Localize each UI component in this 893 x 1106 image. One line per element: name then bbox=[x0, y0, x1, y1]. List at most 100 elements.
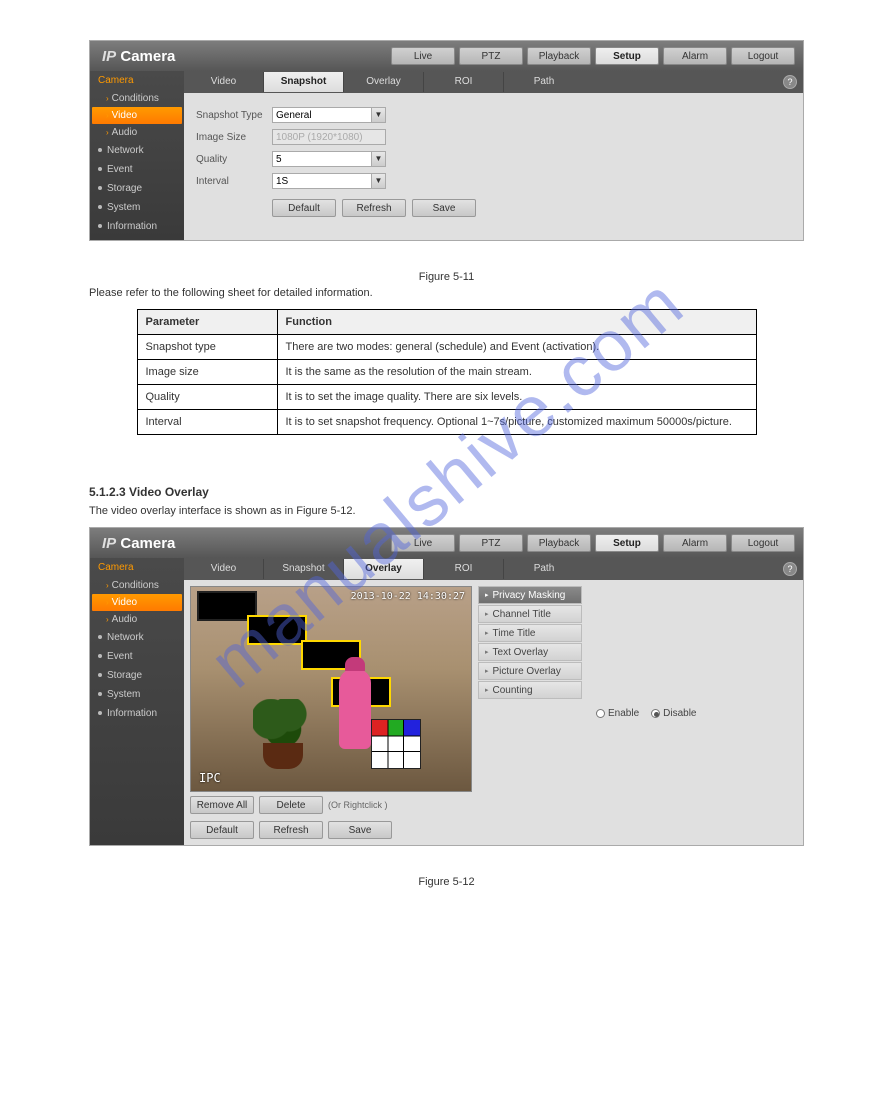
sidebar-group-network[interactable]: Network bbox=[90, 628, 184, 647]
scene-rubiks-cube-icon bbox=[371, 719, 421, 769]
preview-channel-label: IPC bbox=[199, 771, 221, 785]
table-row: Snapshot typeThere are two modes: genera… bbox=[137, 335, 756, 360]
privacy-mask-box[interactable] bbox=[247, 615, 307, 645]
tab-video[interactable]: Video bbox=[184, 72, 264, 92]
nav-playback[interactable]: Playback bbox=[527, 47, 591, 65]
save-button[interactable]: Save bbox=[412, 199, 476, 217]
sidebar-item-audio[interactable]: ›Audio bbox=[90, 124, 184, 141]
overlay-opt-text-overlay[interactable]: ▸Text Overlay bbox=[478, 643, 582, 661]
overlay-option-list: ▸Privacy Masking ▸Channel Title ▸Time Ti… bbox=[478, 586, 582, 839]
topbar: IP Camera Live PTZ Playback Setup Alarm … bbox=[90, 528, 803, 558]
sidebar-group-network[interactable]: Network bbox=[90, 141, 184, 160]
select-interval[interactable] bbox=[272, 173, 372, 189]
refresh-button[interactable]: Refresh bbox=[259, 821, 323, 839]
app-logo: IP Camera bbox=[90, 535, 175, 552]
overlay-opt-counting[interactable]: ▸Counting bbox=[478, 681, 582, 699]
rightclick-hint: (Or Rightclick ) bbox=[328, 800, 388, 810]
nav-live[interactable]: Live bbox=[391, 47, 455, 65]
sidebar-item-conditions[interactable]: ›Conditions bbox=[90, 577, 184, 594]
table-header-parameter: Parameter bbox=[137, 310, 277, 335]
nav-live[interactable]: Live bbox=[391, 534, 455, 552]
video-preview[interactable]: 2013-10-22 14:30:27 IPC bbox=[190, 586, 472, 792]
tab-overlay[interactable]: Overlay bbox=[344, 72, 424, 92]
nav-ptz[interactable]: PTZ bbox=[459, 534, 523, 552]
sidebar-group-camera[interactable]: Camera bbox=[90, 71, 184, 90]
tab-roi[interactable]: ROI bbox=[424, 72, 504, 92]
label-image-size: Image Size bbox=[196, 132, 272, 143]
default-button[interactable]: Default bbox=[190, 821, 254, 839]
overlay-content: 2013-10-22 14:30:27 IPC Remove All bbox=[184, 580, 803, 845]
sidebar-group-storage[interactable]: Storage bbox=[90, 179, 184, 198]
tab-overlay[interactable]: Overlay bbox=[344, 559, 424, 579]
delete-button[interactable]: Delete bbox=[259, 796, 323, 814]
tabbar: Video Snapshot Overlay ROI Path ? bbox=[184, 558, 803, 580]
sidebar-item-video[interactable]: ›Video bbox=[92, 594, 182, 611]
nav-alarm[interactable]: Alarm bbox=[663, 47, 727, 65]
nav-ptz[interactable]: PTZ bbox=[459, 47, 523, 65]
overlay-intro: The video overlay interface is shown as … bbox=[89, 505, 804, 517]
refresh-button[interactable]: Refresh bbox=[342, 199, 406, 217]
table-row: Image sizeIt is the same as the resoluti… bbox=[137, 360, 756, 385]
sidebar-item-audio[interactable]: ›Audio bbox=[90, 611, 184, 628]
topbar: IP Camera Live PTZ Playback Setup Alarm … bbox=[90, 41, 803, 71]
app-snapshot: IP Camera Live PTZ Playback Setup Alarm … bbox=[89, 40, 804, 241]
top-nav: Live PTZ Playback Setup Alarm Logout bbox=[391, 534, 803, 552]
preview-timestamp: 2013-10-22 14:30:27 bbox=[351, 591, 465, 602]
overlay-opt-channel-title[interactable]: ▸Channel Title bbox=[478, 605, 582, 623]
sidebar-item-video[interactable]: ›Video bbox=[92, 107, 182, 124]
nav-setup[interactable]: Setup bbox=[595, 47, 659, 65]
nav-playback[interactable]: Playback bbox=[527, 534, 591, 552]
select-quality[interactable] bbox=[272, 151, 372, 167]
tab-snapshot[interactable]: Snapshot bbox=[264, 559, 344, 579]
app-logo: IP Camera bbox=[90, 48, 175, 65]
save-button[interactable]: Save bbox=[328, 821, 392, 839]
tab-path[interactable]: Path bbox=[504, 72, 584, 92]
help-icon[interactable]: ? bbox=[783, 75, 797, 89]
figure-caption-1: Figure 5-11 bbox=[89, 271, 804, 283]
scene-plant-icon bbox=[253, 699, 313, 769]
sidebar-group-camera[interactable]: Camera bbox=[90, 558, 184, 577]
default-button[interactable]: Default bbox=[272, 199, 336, 217]
tab-snapshot[interactable]: Snapshot bbox=[264, 72, 344, 92]
figure-caption-2: Figure 5-12 bbox=[89, 876, 804, 888]
parameter-table: Parameter Function Snapshot typeThere ar… bbox=[137, 309, 757, 435]
table-intro: Please refer to the following sheet for … bbox=[89, 287, 804, 299]
overlay-opt-picture-overlay[interactable]: ▸Picture Overlay bbox=[478, 662, 582, 680]
sidebar-group-system[interactable]: System bbox=[90, 198, 184, 217]
nav-alarm[interactable]: Alarm bbox=[663, 534, 727, 552]
chevron-down-icon[interactable]: ▼ bbox=[372, 151, 386, 167]
table-row: QualityIt is to set the image quality. T… bbox=[137, 385, 756, 410]
nav-logout[interactable]: Logout bbox=[731, 47, 795, 65]
preview-pane: 2013-10-22 14:30:27 IPC Remove All bbox=[190, 586, 472, 839]
help-icon[interactable]: ? bbox=[783, 562, 797, 576]
input-image-size bbox=[272, 129, 386, 145]
label-quality: Quality bbox=[196, 154, 272, 165]
tabbar: Video Snapshot Overlay ROI Path ? bbox=[184, 71, 803, 93]
nav-setup[interactable]: Setup bbox=[595, 534, 659, 552]
sidebar-group-information[interactable]: Information bbox=[90, 704, 184, 723]
sidebar-group-storage[interactable]: Storage bbox=[90, 666, 184, 685]
chevron-down-icon[interactable]: ▼ bbox=[372, 173, 386, 189]
nav-logout[interactable]: Logout bbox=[731, 534, 795, 552]
snapshot-form: Snapshot Type ▼ Image Size Quality ▼ Int… bbox=[184, 93, 803, 240]
radio-disable[interactable]: Disable bbox=[651, 708, 696, 719]
sidebar-group-information[interactable]: Information bbox=[90, 217, 184, 236]
overlay-opt-time-title[interactable]: ▸Time Title bbox=[478, 624, 582, 642]
table-header-function: Function bbox=[277, 310, 756, 335]
overlay-opt-privacy-masking[interactable]: ▸Privacy Masking bbox=[478, 586, 582, 604]
label-interval: Interval bbox=[196, 176, 272, 187]
tab-path[interactable]: Path bbox=[504, 559, 584, 579]
select-snapshot-type[interactable] bbox=[272, 107, 372, 123]
chevron-down-icon[interactable]: ▼ bbox=[372, 107, 386, 123]
tab-roi[interactable]: ROI bbox=[424, 559, 504, 579]
sidebar-item-conditions[interactable]: ›Conditions bbox=[90, 90, 184, 107]
remove-all-button[interactable]: Remove All bbox=[190, 796, 254, 814]
sidebar-group-system[interactable]: System bbox=[90, 685, 184, 704]
sidebar-group-event[interactable]: Event bbox=[90, 647, 184, 666]
tab-video[interactable]: Video bbox=[184, 559, 264, 579]
app-overlay: IP Camera Live PTZ Playback Setup Alarm … bbox=[89, 527, 804, 846]
top-nav: Live PTZ Playback Setup Alarm Logout bbox=[391, 47, 803, 65]
radio-enable[interactable]: Enable bbox=[596, 708, 639, 719]
sidebar-group-event[interactable]: Event bbox=[90, 160, 184, 179]
label-snapshot-type: Snapshot Type bbox=[196, 110, 272, 121]
